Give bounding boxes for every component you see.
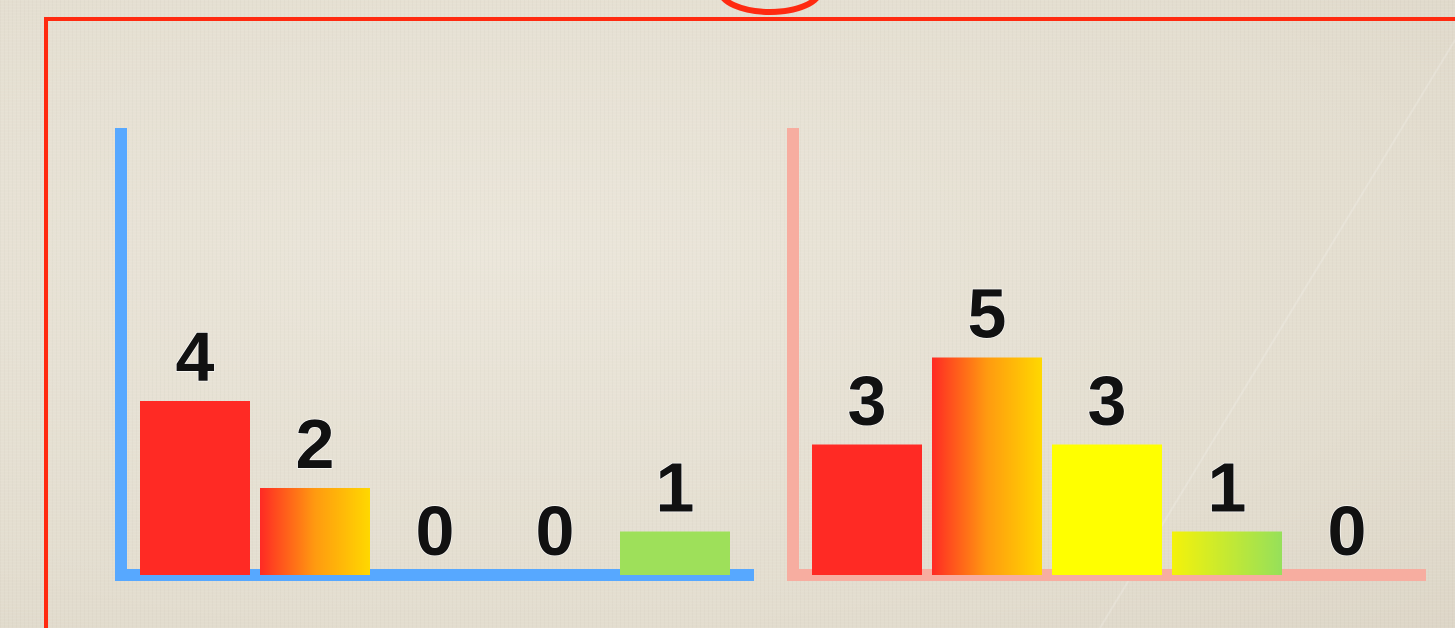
bar — [1052, 444, 1162, 575]
bar-value-label: 0 — [416, 492, 455, 570]
bar-value-label: 1 — [656, 449, 695, 527]
bar — [140, 401, 250, 575]
bar — [1172, 531, 1282, 575]
bar-value-label: 3 — [1088, 362, 1127, 440]
chart-right: 3 5 3 1 0 — [787, 128, 1426, 581]
bar — [932, 357, 1042, 575]
chart-canvas: 4 2 0 0 1 3 5 3 1 0 — [44, 0, 1455, 628]
top-oval-marker — [721, 0, 819, 15]
bar-value-label: 5 — [968, 275, 1007, 353]
bar — [620, 531, 730, 575]
bar — [260, 488, 370, 575]
bar-value-label: 1 — [1208, 449, 1247, 527]
chart-left: 4 2 0 0 1 — [115, 128, 754, 581]
bar-value-label: 2 — [296, 405, 335, 483]
bar — [812, 444, 922, 575]
bar-value-label: 0 — [536, 492, 575, 570]
bar-value-label: 4 — [176, 318, 215, 396]
bar-value-label: 0 — [1328, 492, 1367, 570]
bar-value-label: 3 — [848, 362, 887, 440]
